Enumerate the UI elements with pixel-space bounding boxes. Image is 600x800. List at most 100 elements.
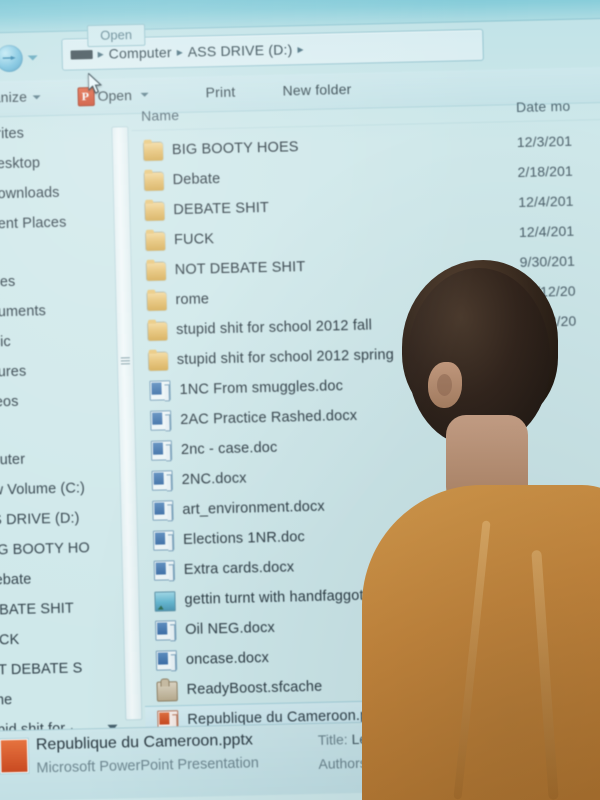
- breadcrumb-separator: ▸: [176, 44, 183, 60]
- sidebar-item-label: ASS DRIVE (D:): [0, 510, 80, 529]
- sidebar-item-music[interactable]: Music: [0, 327, 11, 358]
- organize-menu[interactable]: anize: [0, 88, 42, 105]
- sidebar-item-label: Downloads: [0, 184, 60, 203]
- sidebar-item-label: New Volume (C:): [0, 480, 86, 499]
- folder-icon: [148, 351, 169, 371]
- file-name: oncase.docx: [185, 650, 270, 668]
- sidebar-item-documents[interactable]: Documents: [0, 296, 46, 328]
- sidebar-item-rome[interactable]: rome: [0, 685, 13, 716]
- mouse-pointer-icon: [88, 72, 103, 94]
- word-doc-icon: [155, 650, 178, 671]
- sidebar-item-videos[interactable]: Videos: [0, 387, 19, 418]
- sidebar-item-ass-drive-d[interactable]: ASS DRIVE (D:): [0, 503, 80, 536]
- file-name: stupid shit for school 2012 spring: [176, 347, 395, 369]
- file-name: art_environment.docx: [182, 498, 326, 519]
- sidebar-item-fuck[interactable]: FUCK: [0, 625, 20, 656]
- folder-icon: [145, 201, 165, 221]
- breadcrumb-item-drive[interactable]: ASS DRIVE (D:): [188, 41, 293, 59]
- sidebar-item-new-volume-c[interactable]: New Volume (C:): [0, 473, 85, 506]
- nav-group-label: ibraries: [0, 273, 16, 292]
- image-file-icon: [154, 591, 176, 612]
- details-authors-field: Authors: Yubb: [318, 754, 406, 772]
- word-doc-icon: [151, 470, 173, 491]
- file-date: 10/12/20: [520, 312, 577, 331]
- chevron-down-icon[interactable]: [140, 92, 149, 97]
- file-name: 2NC.docx: [181, 470, 247, 489]
- file-name: Extra cards.docx: [183, 559, 295, 579]
- folder-icon: [145, 231, 166, 251]
- file-name: 2AC Practice Rashed.docx: [180, 407, 358, 429]
- file-name: stupid shit for school 2012 fall: [175, 317, 373, 339]
- open-tooltip: Open: [86, 23, 146, 48]
- nav-group-label: omputer: [0, 451, 26, 469]
- folder-icon: [144, 171, 164, 191]
- nav-group-libraries: ibraries: [0, 267, 16, 298]
- print-button[interactable]: Print: [205, 84, 235, 101]
- sidebar-item-label: Pictures: [0, 363, 27, 381]
- details-file-name: Republique du Cameroon.pptx: [35, 731, 254, 754]
- details-title-label: Title:: [317, 731, 348, 748]
- sidebar-item-label: Videos: [0, 393, 19, 411]
- forward-arrow-icon[interactable]: [0, 44, 24, 73]
- nav-group-computer: omputer: [0, 445, 25, 476]
- column-header-name[interactable]: Name: [141, 107, 180, 124]
- nav-group-favorites: Favorites: [0, 119, 24, 150]
- file-date: 12/4/201: [518, 192, 574, 211]
- breadcrumb-separator: ▸: [97, 46, 104, 61]
- sidebar-item-label: FUCK: [0, 631, 20, 649]
- file-name: BIG BOOTY HOES: [171, 139, 299, 159]
- powerpoint-thumbnail-icon: [0, 738, 29, 774]
- folder-icon: [147, 291, 167, 311]
- drive-glyph-icon: [70, 49, 93, 60]
- nav-group-label: Favorites: [0, 125, 25, 144]
- details-title-field: Title: Le Cameroon d: [318, 729, 449, 748]
- breadcrumb-item-computer[interactable]: Computer: [108, 44, 171, 61]
- file-name: DEBATE SHIT: [173, 199, 270, 219]
- sidebar-item-label: Desktop: [0, 155, 41, 173]
- sidebar-item-label: Music: [0, 334, 11, 351]
- chevron-down-icon[interactable]: [27, 55, 38, 61]
- scrollbar-grip[interactable]: [120, 355, 130, 365]
- navigation-pane[interactable]: Favorites Desktop Downloads Recent Place…: [0, 117, 122, 739]
- sidebar-item-label: BIG BOOTY HO: [0, 540, 90, 559]
- sidebar-item-desktop[interactable]: Desktop: [0, 148, 40, 180]
- details-authors-label: Authors:: [318, 754, 371, 772]
- file-name: Elections 1NR.doc: [182, 529, 306, 549]
- word-doc-icon: [152, 530, 175, 551]
- file-name: 1NC From smuggles.doc: [179, 378, 344, 399]
- breadcrumb-separator: ▸: [297, 42, 304, 57]
- sidebar-item-recent-places[interactable]: Recent Places: [0, 208, 67, 240]
- explorer-window: ▸ Computer ▸ ASS DRIVE (D:) ▸ anize Open…: [0, 0, 600, 800]
- word-doc-icon: [153, 560, 176, 581]
- print-label: Print: [205, 83, 236, 101]
- file-date: 2/18/201: [517, 162, 574, 181]
- file-name: ReadyBoost.sfcache: [186, 678, 323, 698]
- word-doc-icon: [149, 380, 171, 401]
- sidebar-item-downloads[interactable]: Downloads: [0, 178, 60, 210]
- file-date: 9/30/201: [519, 252, 576, 271]
- file-date: 12/3/201: [516, 132, 573, 151]
- file-list[interactable]: Name Date mo BIG BOOTY HOES 12/3/201 Deb…: [131, 97, 600, 736]
- sidebar-item-pictures[interactable]: Pictures: [0, 357, 27, 388]
- sidebar-item-not-debate-shit[interactable]: NOT DEBATE S: [0, 653, 83, 685]
- sidebar-item-label: DEBATE SHIT: [0, 600, 75, 619]
- details-pane: Republique du Cameroon.pptx Microsoft Po…: [0, 714, 600, 800]
- file-date: 12/4/201: [518, 222, 575, 241]
- sidebar-item-debate[interactable]: Debate: [0, 565, 32, 596]
- column-header-date-modified[interactable]: Date mo: [516, 98, 571, 115]
- details-file-type: Microsoft PowerPoint Presentation: [36, 755, 260, 777]
- cache-file-icon: [156, 681, 178, 702]
- details-authors-value: Yubb: [374, 753, 407, 771]
- file-name: Oil NEG.docx: [185, 619, 276, 638]
- sidebar-item-label: NOT DEBATE S: [0, 660, 83, 679]
- sidebar-item-big-booty-hoes[interactable]: BIG BOOTY HO: [0, 533, 90, 566]
- navigation-buttons[interactable]: [0, 42, 58, 73]
- file-name: 2nc - case.doc: [180, 439, 278, 459]
- sidebar-item-label: rome: [0, 692, 13, 709]
- sidebar-item-debate-shit[interactable]: DEBATE SHIT: [0, 594, 74, 626]
- chevron-down-icon: [33, 95, 42, 100]
- folder-icon: [143, 141, 164, 161]
- details-title-value: Le Cameroon d: [351, 728, 449, 748]
- sidebar-item-label: Documents: [0, 303, 47, 321]
- new-folder-button[interactable]: New folder: [282, 81, 351, 99]
